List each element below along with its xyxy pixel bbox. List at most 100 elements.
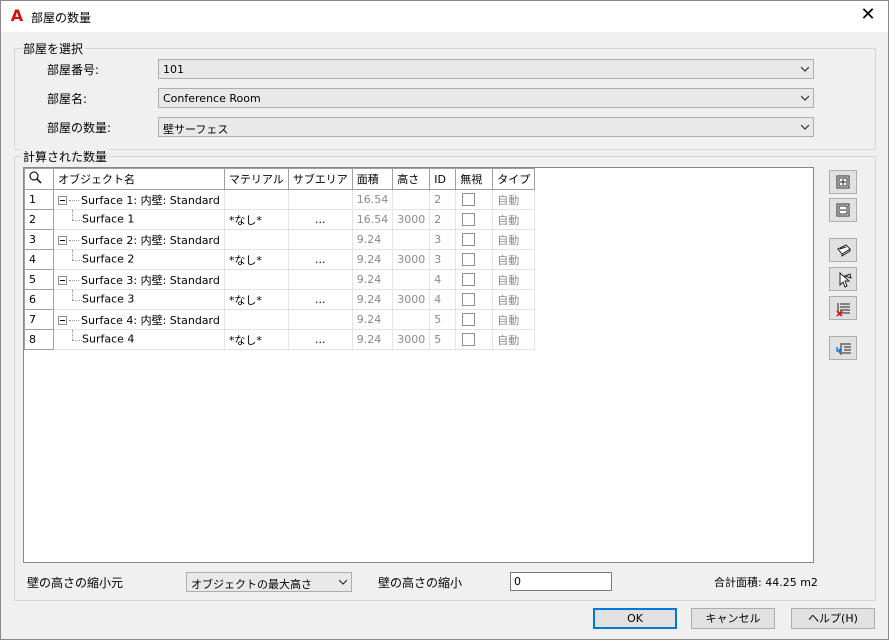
height-cell: 3000 [392, 289, 431, 310]
import-list-button[interactable] [829, 336, 857, 360]
subarea-cell[interactable] [287, 309, 353, 330]
column-header-object-name[interactable]: オブジェクト名 [53, 168, 225, 190]
chevron-down-icon [801, 66, 809, 72]
id-cell: 2 [429, 209, 457, 230]
select-surface-button[interactable] [829, 238, 857, 262]
chevron-down-icon [801, 124, 809, 130]
room-quantity-select[interactable]: 壁サーフェス [158, 117, 814, 137]
remove-quantity-button[interactable] [829, 198, 857, 222]
id-cell: 5 [429, 309, 457, 330]
object-name: Surface 3 [82, 292, 135, 306]
material-cell[interactable]: *なし* [223, 329, 289, 350]
quantities-grid[interactable]: オブジェクト名 マテリアル サブエリア 面積 高さ ID 無視 タイプ 1 Su… [23, 167, 814, 563]
id-cell: 3 [429, 229, 457, 250]
table-row[interactable]: 2 Surface 1 *なし* ... 16.54 3000 2 自動 [24, 209, 536, 230]
dialog-window: A 部屋の数量 ✕ 部屋を選択 部屋番号: 101 部屋名: Conferenc… [0, 0, 889, 640]
column-header-material[interactable]: マテリアル [223, 168, 289, 190]
room-number-label: 部屋番号: [47, 63, 100, 77]
material-cell[interactable] [223, 229, 289, 250]
ignore-checkbox[interactable] [462, 333, 476, 347]
material-cell[interactable]: *なし* [223, 289, 289, 310]
height-cell [392, 309, 431, 330]
wall-height-source-select[interactable]: オブジェクトの最大高さ [186, 572, 352, 592]
table-row[interactable]: 7 Surface 4: 内壁: Standard 9.24 5 自動 [24, 309, 536, 330]
area-cell: 9.24 [351, 289, 394, 310]
help-button[interactable]: ヘルプ(H) [791, 608, 875, 629]
add-box-icon [836, 175, 850, 189]
subarea-cell[interactable]: ... [287, 329, 353, 350]
type-cell: 自動 [492, 289, 536, 310]
material-cell[interactable]: *なし* [223, 249, 289, 270]
material-cell[interactable]: *なし* [223, 209, 289, 230]
subarea-cell[interactable]: ... [287, 249, 353, 270]
type-cell: 自動 [492, 329, 536, 350]
type-cell: 自動 [492, 189, 536, 210]
tree-line [69, 320, 79, 321]
area-cell: 9.24 [351, 249, 394, 270]
table-row[interactable]: 8 Surface 4 *なし* ... 9.24 3000 5 自動 [24, 329, 536, 350]
tree-line [69, 240, 79, 241]
close-icon[interactable]: ✕ [858, 5, 878, 25]
ok-button[interactable]: OK [593, 608, 677, 629]
list-delete-icon [836, 303, 850, 317]
chevron-down-icon [339, 579, 347, 585]
subarea-cell[interactable] [287, 269, 353, 290]
subarea-cell[interactable]: ... [287, 289, 353, 310]
table-row[interactable]: 5 Surface 3: 内壁: Standard 9.24 4 自動 [24, 269, 536, 290]
wall-height-reduction-label: 壁の高さの縮小 [378, 576, 463, 590]
area-cell: 9.24 [351, 329, 394, 350]
cancel-button[interactable]: キャンセル [691, 608, 775, 629]
title-bar: A 部屋の数量 ✕ [1, 1, 888, 32]
table-header-row: オブジェクト名 マテリアル サブエリア 面積 高さ ID 無視 タイプ [24, 168, 536, 190]
collapse-icon[interactable] [58, 316, 67, 325]
type-cell: 自動 [492, 209, 536, 230]
table-row[interactable]: 6 Surface 3 *なし* ... 9.24 3000 4 自動 [24, 289, 536, 310]
collapse-icon[interactable] [58, 236, 67, 245]
table-row[interactable]: 3 Surface 2: 内壁: Standard 9.24 3 自動 [24, 229, 536, 250]
object-name: Surface 2: 内壁: Standard [81, 233, 220, 247]
ignore-checkbox[interactable] [462, 273, 476, 287]
column-header-id[interactable]: ID [429, 168, 457, 190]
material-cell[interactable] [223, 269, 289, 290]
table-row[interactable]: 4 Surface 2 *なし* ... 9.24 3000 3 自動 [24, 249, 536, 270]
pick-surface-icon [837, 244, 851, 257]
column-header-subarea[interactable]: サブエリア [287, 168, 353, 190]
ignore-checkbox[interactable] [462, 233, 476, 247]
search-icon [29, 171, 42, 184]
table-row[interactable]: 1 Surface 1: 内壁: Standard 16.54 2 自動 [24, 189, 536, 210]
material-cell[interactable] [223, 189, 289, 210]
search-column-header[interactable] [24, 168, 54, 190]
area-cell: 9.24 [351, 229, 394, 250]
room-number-select[interactable]: 101 [158, 59, 814, 79]
id-cell: 3 [429, 249, 457, 270]
remove-box-icon [836, 203, 850, 217]
subarea-cell[interactable] [287, 229, 353, 250]
add-quantity-button[interactable] [829, 170, 857, 194]
column-header-height[interactable]: 高さ [392, 168, 431, 190]
column-header-area[interactable]: 面積 [351, 168, 394, 190]
autocad-logo-icon: A [10, 6, 24, 25]
material-cell[interactable] [223, 309, 289, 330]
collapse-icon[interactable] [58, 196, 67, 205]
wall-height-source-label: 壁の高さの縮小元 [27, 576, 124, 590]
ignore-checkbox[interactable] [462, 313, 476, 327]
object-name: Surface 4 [82, 332, 135, 346]
pick-object-button[interactable] [829, 267, 857, 291]
area-cell: 9.24 [351, 309, 394, 330]
wall-height-reduction-field[interactable] [510, 572, 613, 591]
ignore-checkbox[interactable] [462, 253, 476, 267]
collapse-icon[interactable] [58, 276, 67, 285]
column-header-ignore[interactable]: 無視 [455, 168, 494, 190]
row-number: 2 [24, 209, 54, 230]
subarea-cell[interactable] [287, 189, 353, 210]
wall-height-reduction-input[interactable] [511, 573, 613, 590]
room-name-select[interactable]: Conference Room [158, 88, 814, 108]
subarea-cell[interactable]: ... [287, 209, 353, 230]
id-cell: 4 [429, 269, 457, 290]
ignore-checkbox[interactable] [462, 293, 476, 307]
area-cell: 9.24 [351, 269, 394, 290]
column-header-type[interactable]: タイプ [492, 168, 536, 190]
ignore-checkbox[interactable] [462, 213, 476, 227]
delete-list-button[interactable] [829, 296, 857, 320]
ignore-checkbox[interactable] [462, 193, 476, 207]
